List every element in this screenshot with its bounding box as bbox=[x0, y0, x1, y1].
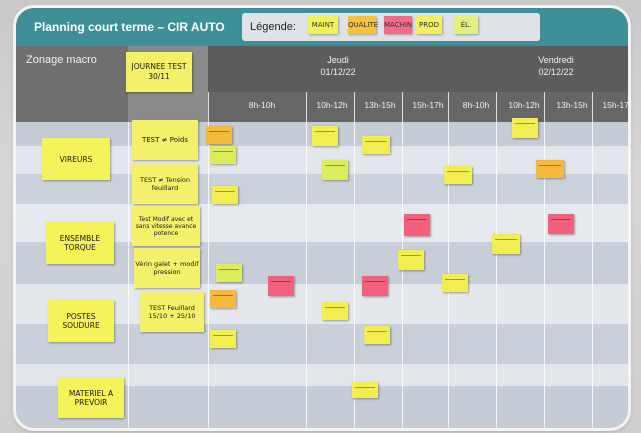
postit-note bbox=[492, 234, 520, 254]
postit-note bbox=[206, 126, 232, 144]
legend-note-maint: MAINT bbox=[308, 16, 338, 34]
grid-line bbox=[496, 92, 497, 428]
postit-note bbox=[442, 274, 468, 292]
legend: Légende: MAINT QUALITE MACHIN PROD ÉL. bbox=[242, 13, 540, 41]
slot-label: 8h-10h bbox=[248, 100, 276, 110]
board-header: Planning court terme – CIR AUTO Légende:… bbox=[16, 8, 628, 46]
postit-note bbox=[322, 302, 348, 320]
zone-note-ensemble-torque: ENSEMBLE TORQUE bbox=[46, 222, 114, 264]
postit-note bbox=[210, 146, 236, 164]
postit-note bbox=[322, 160, 348, 180]
grid-line bbox=[592, 92, 593, 428]
test-note-potence: Test Modif avec et sans vitesse avance p… bbox=[132, 206, 200, 246]
postit-note bbox=[512, 118, 538, 138]
grid-line bbox=[306, 92, 307, 428]
day-1-date: 01/12/22 bbox=[320, 67, 356, 77]
slot-label: 10h-12h bbox=[316, 100, 348, 110]
test-note-feuillard: TEST Feuillard 15/10 + 25/10 bbox=[140, 292, 204, 332]
day-2-date: 02/12/22 bbox=[538, 67, 574, 77]
zone-note-vireurs: VIREURS bbox=[42, 138, 110, 180]
postit-note bbox=[364, 326, 390, 344]
legend-note-machin: MACHIN bbox=[384, 16, 412, 34]
postit-note bbox=[362, 136, 390, 154]
slot-label: 8h-10h bbox=[462, 100, 490, 110]
grid-line bbox=[544, 92, 545, 428]
postit-note bbox=[352, 382, 378, 398]
postit-note bbox=[268, 276, 294, 296]
day-1-name: Jeudi bbox=[327, 55, 349, 65]
test-column-header: JOURNEE TEST 30/11 bbox=[126, 46, 208, 122]
legend-note-qualite: QUALITE bbox=[348, 16, 378, 34]
zone-note-postes-soudure: POSTES SOUDURE bbox=[48, 300, 114, 342]
postit-note bbox=[398, 250, 424, 270]
day-1: Jeudi 01/12/22 bbox=[278, 54, 398, 78]
postit-note bbox=[312, 126, 338, 146]
slot-label: 10h-12h bbox=[508, 100, 540, 110]
board-title: Planning court terme – CIR AUTO bbox=[34, 20, 225, 34]
day-2-name: Vendredi bbox=[538, 55, 574, 65]
grid-line bbox=[354, 92, 355, 428]
postit-note bbox=[362, 276, 388, 296]
planning-board: Planning court terme – CIR AUTO Légende:… bbox=[16, 8, 628, 428]
postit-note bbox=[210, 290, 236, 308]
slot-label: 13h-15h bbox=[556, 100, 588, 110]
zone-header-label: Zonage macro bbox=[26, 54, 97, 66]
zone-note-materiel: MATERIEL A PREVOIR bbox=[58, 378, 124, 418]
postit-note bbox=[536, 160, 564, 178]
time-slots-header: 8h-10h 10h-12h 13h-15h 15h-17h 8h-10h 10… bbox=[208, 92, 628, 122]
legend-note-el: ÉL. bbox=[454, 16, 478, 34]
postit-note bbox=[210, 330, 236, 348]
postit-note bbox=[216, 264, 242, 282]
day-2: Vendredi 02/12/22 bbox=[496, 54, 616, 78]
test-note-verin: Vérin galet + modif pression bbox=[134, 248, 200, 288]
test-day-note: JOURNEE TEST 30/11 bbox=[126, 52, 192, 92]
legend-note-prod: PROD bbox=[416, 16, 442, 34]
photo-background: Planning court terme – CIR AUTO Légende:… bbox=[0, 0, 641, 433]
zone-column-header: Zonage macro bbox=[16, 46, 128, 122]
slot-label: 15h-17h bbox=[412, 100, 444, 110]
grid-line bbox=[128, 122, 129, 428]
slot-label: 15h-17h bbox=[602, 100, 628, 110]
legend-label: Légende: bbox=[250, 21, 296, 33]
slot-label: 13h-15h bbox=[364, 100, 396, 110]
days-header: Jeudi 01/12/22 Vendredi 02/12/22 bbox=[208, 46, 628, 92]
grid-line bbox=[448, 92, 449, 428]
postit-note bbox=[212, 186, 238, 204]
postit-note bbox=[548, 214, 574, 234]
postit-note bbox=[444, 166, 472, 184]
test-note-tension: TEST ≠ Tension feuillard bbox=[132, 164, 198, 204]
test-note-poids: TEST ≠ Poids bbox=[132, 120, 198, 160]
postit-note bbox=[404, 214, 430, 236]
